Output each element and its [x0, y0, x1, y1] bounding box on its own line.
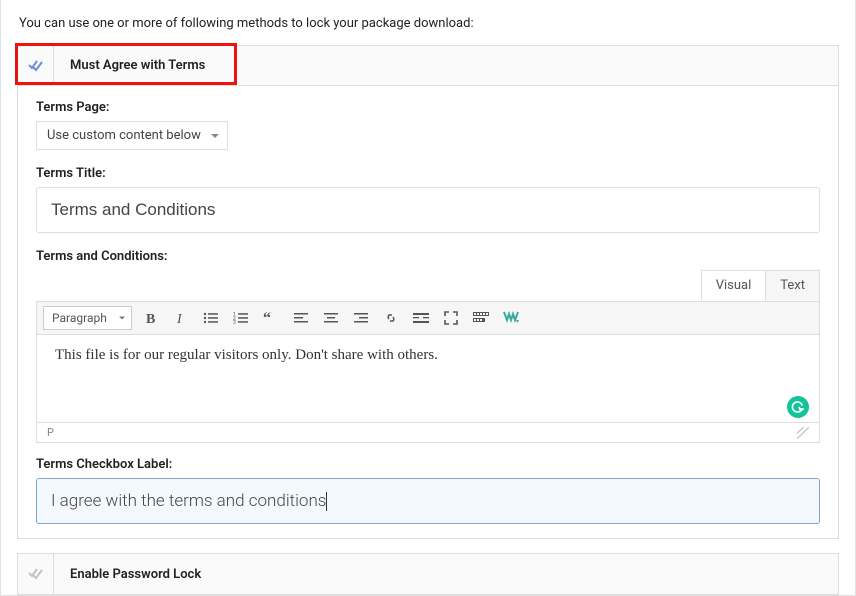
toolbar-wpdm-button[interactable]: [500, 307, 522, 329]
toolbar-paragraph-select[interactable]: Paragraph: [43, 306, 132, 330]
toolbar-alignright-button[interactable]: [350, 307, 372, 329]
label-terms-page: Terms Page:: [36, 100, 820, 115]
toolbar-link-button[interactable]: [380, 307, 402, 329]
svg-text:B: B: [146, 312, 155, 325]
toolbar-readmore-button[interactable]: [410, 307, 432, 329]
input-checkbox-label[interactable]: I agree with the terms and conditions: [36, 478, 820, 524]
toolbar-fullscreen-button[interactable]: [440, 307, 462, 329]
doublecheck-icon: [18, 554, 54, 594]
intro-text: You can use one or more of following met…: [1, 0, 855, 45]
toolbar-numlist-button[interactable]: 123: [230, 307, 252, 329]
editor-content-area[interactable]: This file is for our regular visitors on…: [36, 335, 820, 423]
label-checkbox-text: Terms Checkbox Label:: [36, 457, 820, 472]
chevron-down-icon: [119, 317, 125, 320]
toolbar-toggle-button[interactable]: [470, 307, 492, 329]
section-title-terms: Must Agree with Terms: [54, 58, 205, 73]
toolbar-italic-button[interactable]: I: [170, 307, 192, 329]
svg-text:“: “: [263, 311, 271, 325]
svg-text:I: I: [176, 312, 183, 325]
input-terms-title[interactable]: [36, 187, 820, 233]
select-terms-page[interactable]: Use custom content below: [36, 121, 228, 150]
section-title-password: Enable Password Lock: [54, 567, 201, 582]
toolbar-blockquote-button[interactable]: “: [260, 307, 282, 329]
section-header-password[interactable]: Enable Password Lock: [18, 554, 838, 594]
editor-status-bar: P: [36, 423, 820, 443]
toolbar-bold-button[interactable]: B: [140, 307, 162, 329]
section-header-terms[interactable]: Must Agree with Terms: [18, 46, 838, 86]
section-password-lock: Enable Password Lock: [17, 553, 839, 595]
svg-text:3: 3: [233, 320, 236, 325]
text-caret: [326, 492, 327, 511]
toolbar-aligncenter-button[interactable]: [320, 307, 342, 329]
chevron-down-icon: [211, 134, 219, 138]
doublecheck-icon: [18, 46, 54, 85]
section-terms-lock: Must Agree with Terms Terms Page: Use cu…: [17, 45, 839, 539]
label-terms-content: Terms and Conditions:: [36, 249, 820, 264]
editor-toolbar: Paragraph B I: [36, 301, 820, 335]
select-terms-page-value: Use custom content below: [47, 128, 201, 143]
toolbar-bulletlist-button[interactable]: [200, 307, 222, 329]
editor-tab-text[interactable]: Text: [765, 270, 820, 301]
toolbar-alignleft-button[interactable]: [290, 307, 312, 329]
resize-handle-icon[interactable]: [797, 427, 809, 439]
editor-tab-visual[interactable]: Visual: [701, 270, 767, 301]
wysiwyg-editor: Visual Text Paragraph B I: [36, 270, 820, 443]
grammarly-icon[interactable]: [787, 396, 809, 418]
label-terms-title: Terms Title:: [36, 166, 820, 181]
editor-path: P: [47, 426, 54, 439]
